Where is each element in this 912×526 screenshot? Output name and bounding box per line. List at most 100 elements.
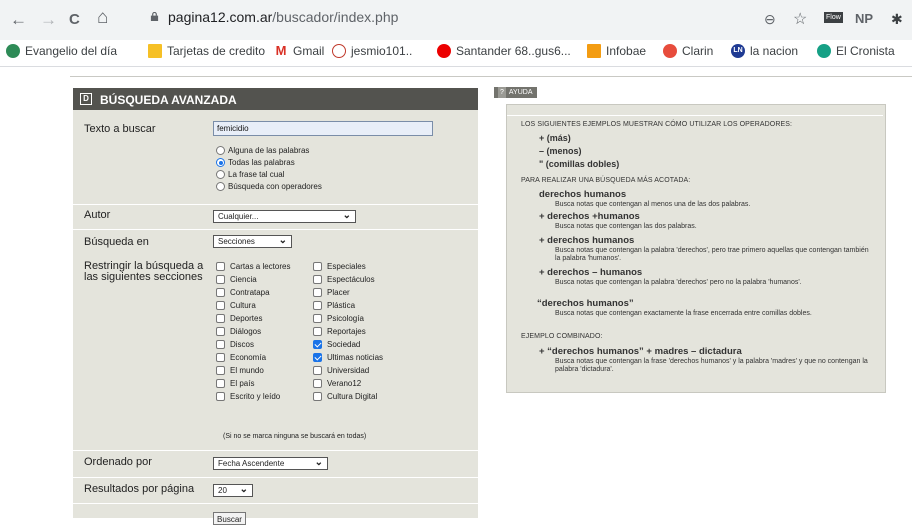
search-input[interactable]: femicidio <box>213 121 433 136</box>
zoom-icon[interactable]: ⊖ <box>764 11 776 28</box>
section-option[interactable]: Verano12 <box>313 379 361 388</box>
section-label: Discos <box>230 340 255 349</box>
bookmark-infobae[interactable]: Infobae <box>587 44 646 58</box>
section-checkbox[interactable] <box>216 353 225 362</box>
author-select[interactable]: Cualquier... ⌄ <box>213 210 356 223</box>
bookmark-clarin[interactable]: Clarin <box>663 44 713 58</box>
section-option[interactable]: Universidad <box>313 366 369 375</box>
example-query: derechos humanos <box>539 189 627 200</box>
section-option[interactable]: Diálogos <box>216 327 261 336</box>
address-bar[interactable]: pagina12.com.ar/buscador/index.php <box>168 9 398 25</box>
section-option[interactable]: Escrito y leído <box>216 392 280 401</box>
section-label: Placer <box>327 288 350 297</box>
reload-icon[interactable]: C <box>69 10 80 30</box>
author-label: Autor <box>84 209 111 221</box>
section-checkbox[interactable] <box>313 262 322 271</box>
section-option[interactable]: Ultimas noticias <box>313 353 383 362</box>
section-option[interactable]: Deportes <box>216 314 262 323</box>
url-host: pagina12.com.ar <box>168 9 273 25</box>
section-option[interactable]: El mundo <box>216 366 264 375</box>
operator-quotes: " (comillas dobles) <box>539 159 620 169</box>
section-checkbox[interactable] <box>313 314 322 323</box>
section-option[interactable]: Psicología <box>313 314 364 323</box>
flow-extension-icon[interactable]: Flow <box>824 12 843 23</box>
section-checkbox[interactable] <box>313 340 322 349</box>
select-value: 20 <box>218 486 227 495</box>
bookmark-elcronista[interactable]: El Cronista <box>817 44 895 58</box>
section-checkbox[interactable] <box>216 314 225 323</box>
example-desc: Busca notas que contengan la palabra 'de… <box>555 247 869 262</box>
lock-icon <box>150 12 159 21</box>
section-checkbox[interactable] <box>216 327 225 336</box>
section-option[interactable]: Especiales <box>313 262 366 271</box>
section-option[interactable]: Cultura Digital <box>313 392 377 401</box>
chevron-down-icon: ⌄ <box>314 457 323 468</box>
section-option[interactable]: Reportajes <box>313 327 366 336</box>
help-intro: LOS SIGUIENTES EJEMPLOS MUESTRAN CÓMO UT… <box>521 121 793 128</box>
radio-phrase[interactable] <box>216 170 225 179</box>
example-query: “derechos humanos” <box>537 298 634 309</box>
section-checkbox[interactable] <box>313 353 322 362</box>
section-option[interactable]: Placer <box>313 288 350 297</box>
bookmark-gmail[interactable]: M Gmail <box>274 44 325 59</box>
home-icon[interactable]: ⌂ <box>97 8 108 28</box>
mode-option-all[interactable]: Todas las palabras <box>216 158 295 167</box>
search-in-select[interactable]: Secciones ⌄ <box>213 235 292 248</box>
section-option[interactable]: Cultura <box>216 301 256 310</box>
section-option[interactable]: Espectáculos <box>313 275 375 284</box>
panel-title: BÚSQUEDA AVANZADA <box>100 93 237 107</box>
section-option[interactable]: Plástica <box>313 301 355 310</box>
section-checkbox[interactable] <box>216 366 225 375</box>
section-label: Deportes <box>230 314 263 323</box>
infobae-icon <box>587 44 601 58</box>
star-icon[interactable]: ☆ <box>793 9 807 29</box>
section-option[interactable]: Cartas a lectores <box>216 262 290 271</box>
section-checkbox[interactable] <box>313 327 322 336</box>
mode-option-phrase[interactable]: La frase tal cual <box>216 170 284 179</box>
section-option[interactable]: Ciencia <box>216 275 257 284</box>
section-label: Diálogos <box>230 327 262 336</box>
bookmark-santander[interactable]: Santander 68..gus6... <box>437 44 571 58</box>
section-option[interactable]: Discos <box>216 340 254 349</box>
section-checkbox[interactable] <box>313 366 322 375</box>
section-checkbox[interactable] <box>216 392 225 401</box>
per-page-select[interactable]: 20 ⌄ <box>213 484 253 497</box>
section-checkbox[interactable] <box>313 392 322 401</box>
bookmark-label: jesmio101.. <box>351 44 413 58</box>
section-checkbox[interactable] <box>313 379 322 388</box>
mode-option-any[interactable]: Alguna de las palabras <box>216 146 309 155</box>
bookmark-evangelio[interactable]: Evangelio del día <box>6 44 117 58</box>
restrict-label: las siguientes secciones <box>84 271 203 283</box>
section-label: Cartas a lectores <box>230 262 291 271</box>
search-submit-button[interactable]: Buscar <box>213 512 246 525</box>
section-checkbox[interactable] <box>313 288 322 297</box>
section-option[interactable]: Sociedad <box>313 340 360 349</box>
section-option[interactable]: Economía <box>216 353 266 362</box>
forward-icon[interactable]: → <box>40 10 57 30</box>
section-checkbox[interactable] <box>216 340 225 349</box>
radio-all[interactable] <box>216 158 225 167</box>
section-checkbox[interactable] <box>313 275 322 284</box>
section-label: Escrito y leído <box>230 392 281 401</box>
np-extension-icon[interactable]: NP <box>855 11 873 26</box>
bookmark-jesmio[interactable]: jesmio101.. <box>332 44 412 58</box>
help-box: LOS SIGUIENTES EJEMPLOS MUESTRAN CÓMO UT… <box>506 104 886 393</box>
bookmark-tarjetas[interactable]: Tarjetas de credito <box>148 44 265 58</box>
mode-option-operators[interactable]: Búsqueda con operadores <box>216 182 322 191</box>
section-checkbox[interactable] <box>216 288 225 297</box>
search-in-label: Búsqueda en <box>84 236 149 248</box>
section-checkbox[interactable] <box>313 301 322 310</box>
back-icon[interactable]: ← <box>10 10 27 30</box>
section-checkbox[interactable] <box>216 262 225 271</box>
order-select[interactable]: Fecha Ascendente ⌄ <box>213 457 328 470</box>
section-option[interactable]: El país <box>216 379 254 388</box>
example-query: + derechos – humanos <box>539 267 643 278</box>
section-checkbox[interactable] <box>216 379 225 388</box>
section-option[interactable]: Contratapa <box>216 288 270 297</box>
extensions-puzzle-icon[interactable]: ✱ <box>891 11 903 28</box>
radio-any[interactable] <box>216 146 225 155</box>
section-checkbox[interactable] <box>216 275 225 284</box>
section-checkbox[interactable] <box>216 301 225 310</box>
radio-operators[interactable] <box>216 182 225 191</box>
bookmark-lanacion[interactable]: LN la nacion <box>731 44 798 58</box>
